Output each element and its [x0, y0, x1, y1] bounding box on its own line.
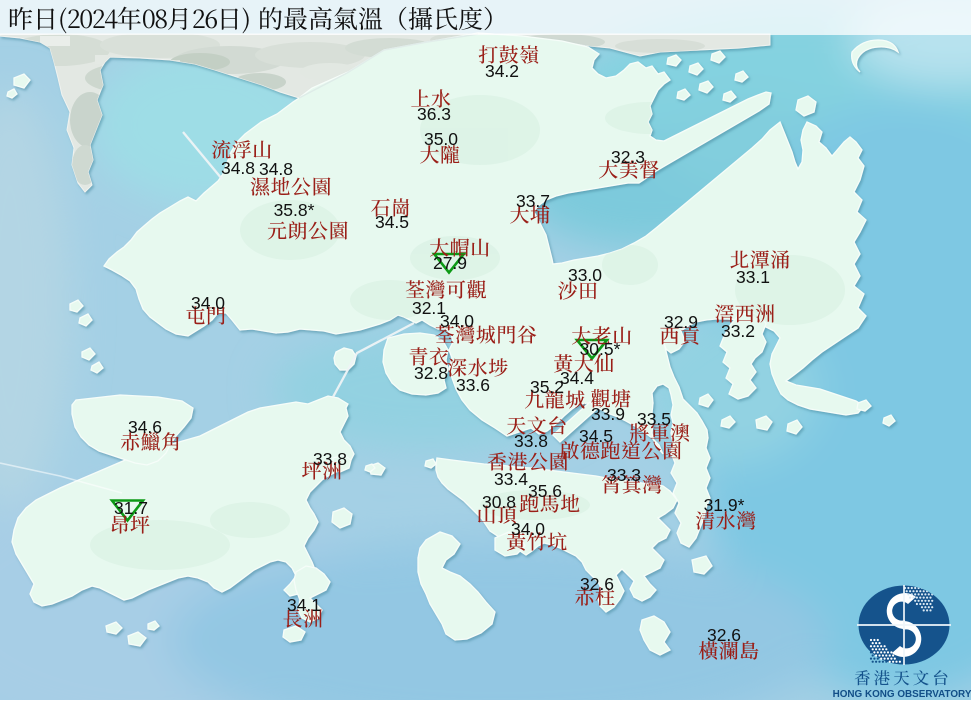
svg-text:33.8: 33.8: [313, 449, 347, 469]
svg-text:34.5: 34.5: [375, 212, 409, 232]
svg-text:35.8*: 35.8*: [274, 200, 315, 220]
svg-text:35.2: 35.2: [530, 377, 564, 397]
svg-text:36.3: 36.3: [417, 104, 451, 124]
svg-text:34.0: 34.0: [191, 293, 225, 313]
svg-text:HONG KONG OBSERVATORY: HONG KONG OBSERVATORY: [833, 689, 971, 700]
svg-text:33.6: 33.6: [456, 375, 490, 395]
svg-text:32.8: 32.8: [414, 363, 448, 383]
svg-text:33.5: 33.5: [637, 409, 671, 429]
svg-text:35.0: 35.0: [424, 129, 458, 149]
svg-text:34.4: 34.4: [560, 368, 594, 388]
svg-text:33.2: 33.2: [721, 321, 755, 341]
svg-text:33.9: 33.9: [591, 404, 625, 424]
svg-text:34.2: 34.2: [485, 61, 519, 81]
svg-text:33.3: 33.3: [607, 465, 641, 485]
svg-text:33.8: 33.8: [514, 431, 548, 451]
svg-text:34.8: 34.8: [259, 159, 293, 179]
svg-text:34.0: 34.0: [511, 519, 545, 539]
svg-text:34.5: 34.5: [579, 426, 613, 446]
svg-text:32.6: 32.6: [580, 574, 614, 594]
svg-text:34.1: 34.1: [287, 595, 321, 615]
svg-text:34.8: 34.8: [221, 158, 255, 178]
svg-text:33.0: 33.0: [568, 265, 602, 285]
svg-text:31.9*: 31.9*: [704, 495, 745, 515]
svg-text:30.8: 30.8: [482, 492, 516, 512]
svg-text:32.9: 32.9: [664, 312, 698, 332]
svg-text:34.6: 34.6: [128, 417, 162, 437]
svg-text:34.0: 34.0: [440, 311, 474, 331]
svg-text:31.7: 31.7: [114, 498, 148, 518]
svg-text:32.3: 32.3: [611, 147, 645, 167]
svg-text:33.7: 33.7: [516, 191, 550, 211]
svg-text:35.6: 35.6: [528, 481, 562, 501]
svg-text:33.1: 33.1: [736, 267, 770, 287]
svg-text:32.6: 32.6: [707, 625, 741, 645]
svg-text:27.9: 27.9: [433, 253, 467, 273]
svg-text:33.4: 33.4: [494, 469, 528, 489]
